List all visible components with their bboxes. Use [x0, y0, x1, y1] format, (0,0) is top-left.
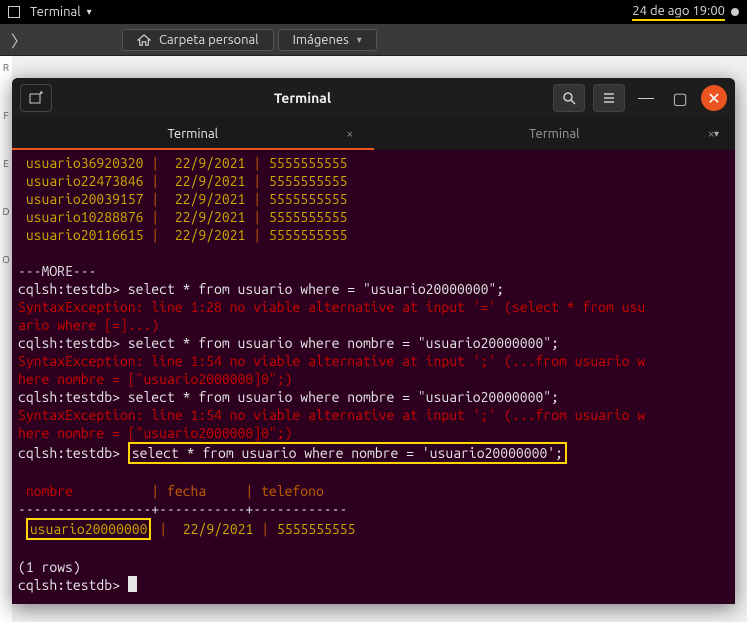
search-button[interactable]	[553, 84, 585, 112]
tab-label: Terminal	[167, 127, 218, 141]
chevron-down-icon[interactable]: ▾	[714, 128, 719, 140]
breadcrumb-home[interactable]: Carpeta personal	[122, 29, 274, 51]
table-row: usuario36920320 | 22/9/2021 | 5555555555	[18, 155, 347, 171]
tab-terminal-1[interactable]: Terminal ×	[12, 118, 374, 150]
left-panel-strip: RFEDO	[0, 56, 12, 622]
cql-query: select * from usuario where nombre = "us…	[128, 389, 559, 405]
error-line: here nombre = ["usuario2000000]0";)	[18, 425, 292, 441]
topbar-date: 24 de ago 19:00	[632, 4, 725, 21]
result-header-fecha: fecha	[167, 483, 206, 499]
tab-close-icon[interactable]: ×	[346, 127, 353, 141]
error-line: SyntaxException: line 1:28 no viable alt…	[18, 299, 645, 315]
highlighted-query: select * from usuario where nombre = 'us…	[128, 442, 567, 464]
search-icon	[562, 91, 576, 105]
maximize-button[interactable]: ▢	[667, 85, 693, 111]
hamburger-icon	[602, 91, 616, 105]
cql-prompt: cqlsh:testdb>	[18, 335, 120, 351]
result-header-nombre: nombre	[26, 483, 73, 499]
system-topbar: Terminal ▾ 24 de ago 19:00	[0, 0, 747, 24]
menu-button[interactable]	[593, 84, 625, 112]
back-button[interactable]: 〉	[4, 26, 34, 54]
cql-query: select * from usuario where nombre = "us…	[128, 335, 559, 351]
home-icon	[137, 34, 151, 46]
window-titlebar: Terminal — ▢ ✕	[12, 78, 735, 118]
file-breadcrumb: 〉 Carpeta personal Imágenes ▾	[0, 24, 747, 56]
topbar-app[interactable]: Terminal ▾	[8, 5, 92, 19]
close-button[interactable]: ✕	[701, 85, 727, 111]
status-dot-icon	[731, 8, 739, 16]
terminal-window: Terminal — ▢ ✕ Terminal × Terminal × ▾ u…	[12, 78, 735, 604]
table-row: usuario22473846 | 22/9/2021 | 5555555555	[18, 173, 347, 189]
cql-prompt: cqlsh:testdb>	[18, 577, 120, 593]
topbar-clock[interactable]: 24 de ago 19:00	[632, 4, 739, 21]
result-separator: -----------------+-----------+----------…	[18, 501, 347, 517]
terminal-app-icon	[8, 6, 20, 18]
new-tab-button[interactable]	[20, 84, 52, 112]
tab-label: Terminal	[529, 127, 580, 141]
new-tab-icon	[29, 91, 43, 105]
error-line: here nombre = ["usuario2000000]0";)	[18, 371, 292, 387]
table-row: usuario20116615 | 22/9/2021 | 5555555555	[18, 227, 347, 243]
window-title: Terminal	[60, 90, 545, 106]
table-row: usuario10288876 | 22/9/2021 | 5555555555	[18, 209, 347, 225]
cql-query: select * from usuario where = "usuario20…	[128, 281, 504, 297]
breadcrumb-folder[interactable]: Imágenes ▾	[278, 29, 377, 51]
minimize-button[interactable]: —	[633, 85, 659, 111]
error-line: SyntaxException: line 1:54 no viable alt…	[18, 407, 645, 423]
chevron-down-icon: ▾	[87, 6, 92, 18]
tab-terminal-2[interactable]: Terminal × ▾	[374, 118, 736, 150]
terminal-tabbar: Terminal × Terminal × ▾	[12, 118, 735, 150]
result-tel: 5555555555	[277, 521, 355, 537]
cql-prompt: cqlsh:testdb>	[18, 389, 120, 405]
cql-prompt: cqlsh:testdb>	[18, 445, 120, 461]
chevron-down-icon: ▾	[357, 34, 362, 46]
breadcrumb-home-label: Carpeta personal	[159, 33, 259, 47]
highlighted-result: usuario20000000	[26, 518, 152, 540]
result-header-tel: telefono	[261, 483, 324, 499]
result-fecha: 22/9/2021	[183, 521, 254, 537]
error-line: ario where [=]...)	[18, 317, 159, 333]
rowcount: (1 rows)	[18, 559, 81, 575]
cursor	[128, 576, 137, 592]
table-row: usuario20039157 | 22/9/2021 | 5555555555	[18, 191, 347, 207]
topbar-app-label: Terminal	[30, 5, 81, 19]
cql-prompt: cqlsh:testdb>	[18, 281, 120, 297]
breadcrumb-folder-label: Imágenes	[293, 33, 349, 47]
terminal-output[interactable]: usuario36920320 | 22/9/2021 | 5555555555…	[12, 150, 735, 604]
error-line: SyntaxException: line 1:54 no viable alt…	[18, 353, 645, 369]
more-prompt: ---MORE---	[18, 263, 96, 279]
